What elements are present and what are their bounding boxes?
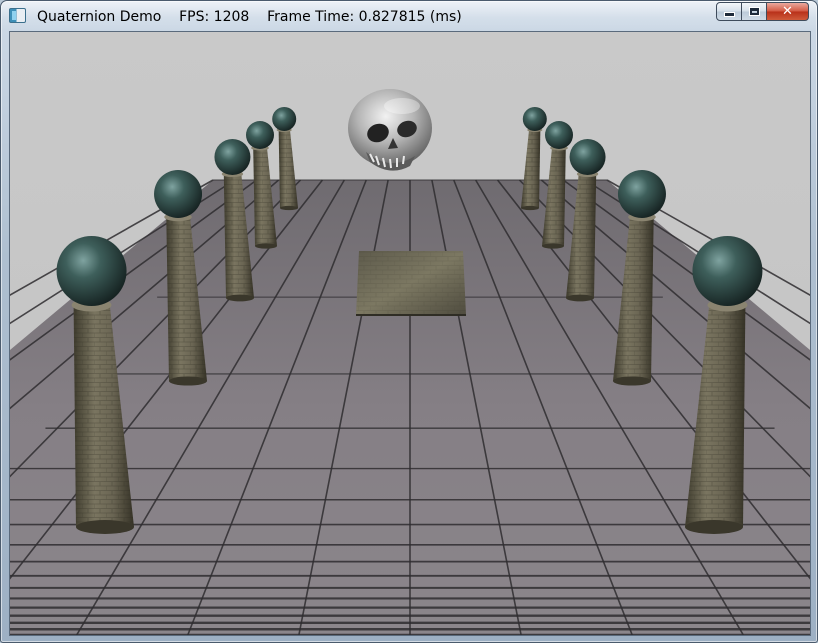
orb-5 [56, 236, 127, 306]
app-window-icon[interactable] [9, 8, 26, 23]
close-button[interactable]: ✕ [766, 2, 809, 21]
title-bar[interactable]: Quaternion Demo FPS: 1208 Frame Time: 0.… [1, 1, 817, 31]
maximize-icon [748, 7, 760, 16]
orb-10 [692, 236, 763, 306]
minimize-icon [723, 12, 735, 17]
orb-4 [154, 170, 203, 218]
minimize-button[interactable] [716, 2, 742, 21]
close-icon: ✕ [782, 4, 793, 19]
stone-block [356, 251, 466, 316]
orb-3 [214, 139, 251, 175]
orb-9 [617, 170, 666, 218]
orb-6 [522, 107, 547, 131]
caption-buttons: ✕ [716, 2, 809, 23]
window-title: Quaternion Demo FPS: 1208 Frame Time: 0.… [37, 9, 462, 25]
orb-1 [272, 107, 297, 131]
3d-scene [10, 32, 810, 635]
render-viewport[interactable] [9, 31, 811, 636]
orb-7 [545, 121, 573, 149]
orb-8 [569, 139, 606, 175]
orb-2 [246, 121, 274, 149]
maximize-button[interactable] [741, 2, 767, 21]
app-window: Quaternion Demo FPS: 1208 Frame Time: 0.… [0, 0, 818, 643]
